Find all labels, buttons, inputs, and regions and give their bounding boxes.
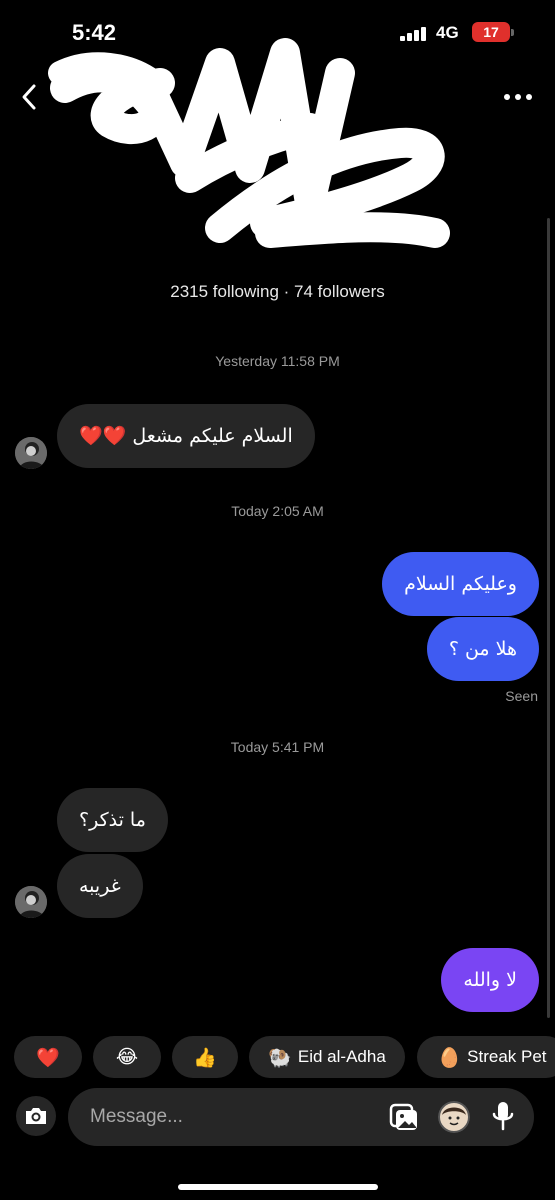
message-bubble-outgoing[interactable]: وعليكم السلام	[382, 552, 539, 616]
gallery-icon[interactable]	[388, 1101, 420, 1133]
scrollbar[interactable]	[547, 218, 550, 1018]
redaction-scribble	[48, 38, 450, 248]
streak-pet-button[interactable]: 🥚 Streak Pet	[417, 1036, 555, 1078]
message-bubble-incoming[interactable]: غريبه	[57, 854, 143, 918]
avatar[interactable]	[15, 437, 47, 469]
laughing-face-icon: 😂	[115, 1046, 139, 1068]
egg-icon: 🥚	[437, 1046, 462, 1069]
battery-icon: 17	[472, 22, 510, 42]
chip-label: Streak Pet	[467, 1047, 547, 1066]
camera-icon[interactable]	[16, 1096, 56, 1136]
sheep-icon: 🐏	[268, 1046, 292, 1069]
reaction-heart-button[interactable]: ❤️	[14, 1036, 82, 1078]
message-input[interactable]	[90, 1103, 370, 1131]
battery-cap	[511, 29, 514, 36]
message-bubble-incoming[interactable]: ما تذكر؟	[57, 788, 168, 852]
more-horizontal-icon[interactable]	[500, 86, 536, 108]
timestamp: Yesterday 11:58 PM	[215, 353, 340, 369]
battery-level: 17	[483, 24, 499, 40]
profile-stats: 2315 following · 74 followers	[170, 282, 385, 301]
home-indicator[interactable]	[178, 1184, 378, 1190]
avatar[interactable]	[15, 886, 47, 918]
timestamp: Today 5:41 PM	[230, 739, 325, 755]
message-bubble-incoming[interactable]: السلام عليكم مشعل ❤️❤️	[57, 404, 315, 468]
message-bubble-outgoing[interactable]: لا والله	[441, 948, 539, 1012]
sticker-icon[interactable]	[438, 1101, 470, 1133]
message-bubble-outgoing[interactable]: هلا من ؟	[426, 617, 539, 681]
heart-icon: ❤️	[36, 1046, 60, 1069]
timestamp: Today 2:05 AM	[231, 503, 324, 519]
reaction-thumbs-up-button[interactable]: 👍	[172, 1036, 238, 1078]
reaction-laugh-button[interactable]: 😂	[93, 1036, 161, 1078]
quick-reactions: ❤️ 😂 👍 🐏 Eid al-Adha 🥚 Streak Pet	[14, 1036, 555, 1078]
eid-al-adha-sticker-button[interactable]: 🐏 Eid al-Adha	[249, 1036, 405, 1078]
thumbs-up-icon: 👍	[193, 1046, 217, 1069]
seen-status: Seen	[505, 688, 538, 704]
microphone-icon[interactable]	[488, 1099, 518, 1133]
chip-label: Eid al-Adha	[297, 1047, 386, 1066]
